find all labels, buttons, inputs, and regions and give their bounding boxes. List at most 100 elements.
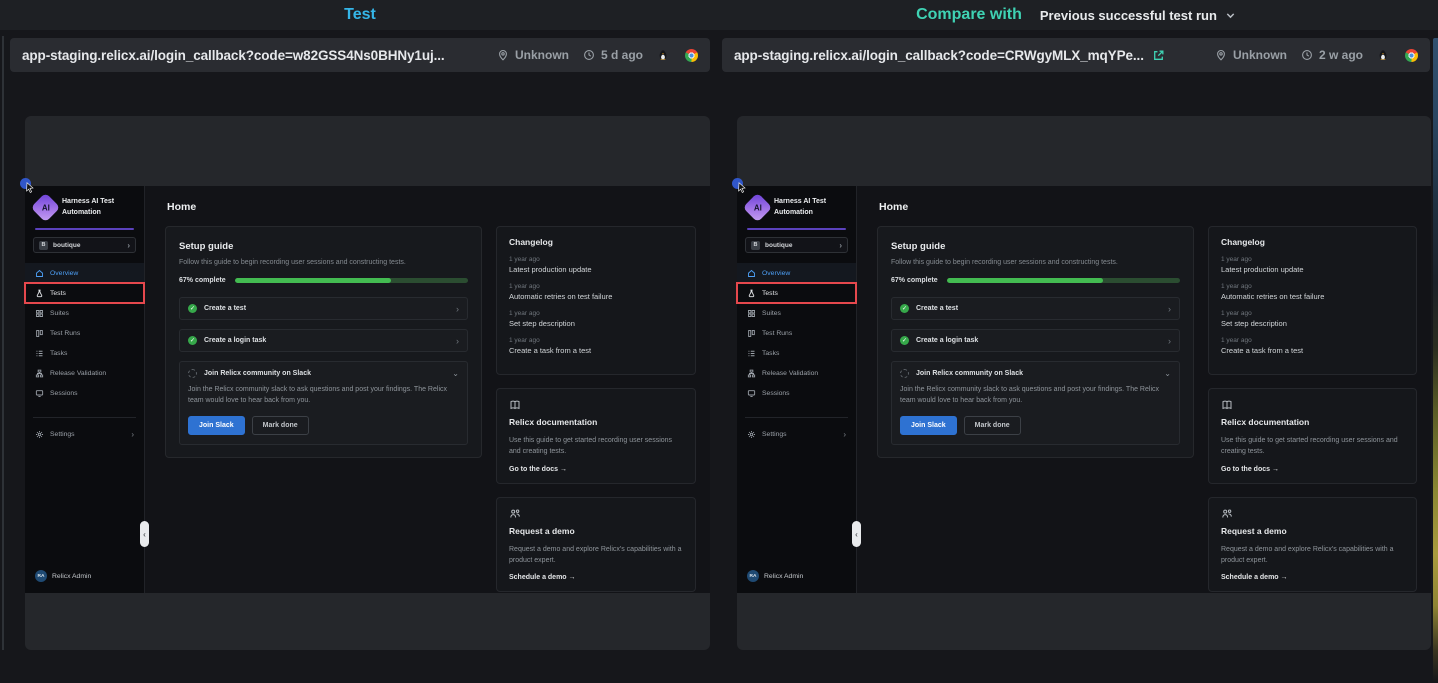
changelog-entry[interactable]: 1 year ago Automatic retries on test fai… bbox=[509, 283, 683, 301]
sidebar-item-release-validation[interactable]: Release Validation bbox=[25, 363, 144, 383]
chevron-right-icon: › bbox=[127, 241, 130, 250]
changelog-entry[interactable]: 1 year ago Automatic retries on test fai… bbox=[1221, 283, 1404, 301]
gear-icon bbox=[35, 430, 44, 439]
harness-logo-icon: AI bbox=[743, 193, 773, 223]
browser-chrome-icon bbox=[685, 49, 698, 62]
sidebar-item-suites[interactable]: Suites bbox=[737, 303, 856, 323]
clock-icon bbox=[1301, 49, 1313, 61]
documentation-title: Relicx documentation bbox=[509, 417, 683, 427]
request-demo-card: Request a demo Request a demo and explor… bbox=[1208, 497, 1417, 593]
user-account[interactable]: RA Relicx Admin bbox=[737, 570, 856, 593]
book-icon bbox=[1221, 399, 1233, 411]
changelog-entry[interactable]: 1 year ago Latest production update bbox=[1221, 256, 1404, 274]
chevron-right-icon: › bbox=[843, 430, 846, 439]
collapse-chevron-icon: ‹ bbox=[143, 530, 146, 539]
join-slack-description: Join the Relicx community slack to ask q… bbox=[188, 385, 459, 407]
sidebar-item-test-runs[interactable]: Test Runs bbox=[25, 323, 144, 343]
sidebar-divider bbox=[745, 417, 848, 418]
brand: AI Harness AI Test Automation bbox=[25, 186, 144, 226]
flask-icon bbox=[35, 289, 44, 298]
project-selector[interactable]: B boutique › bbox=[745, 237, 848, 253]
changelog-entry[interactable]: 1 year ago Latest production update bbox=[509, 256, 683, 274]
app-main: Home Setup guide Follow this guide to be… bbox=[857, 186, 1431, 593]
documentation-card: Relicx documentation Use this guide to g… bbox=[496, 388, 696, 484]
join-slack-button[interactable]: Join Slack bbox=[900, 416, 957, 435]
setup-guide-title: Setup guide bbox=[179, 241, 468, 252]
relicx-app: AI Harness AI Test Automation B boutique… bbox=[25, 186, 710, 593]
setup-task-create-test[interactable]: ✓ Create a test › bbox=[891, 297, 1180, 320]
setup-task-create-login-task[interactable]: ✓ Create a login task › bbox=[179, 329, 468, 352]
users-icon bbox=[509, 508, 521, 520]
sidebar-item-overview[interactable]: Overview bbox=[737, 263, 856, 283]
previous-screenshot-edge bbox=[2, 36, 4, 650]
page-title: Home bbox=[145, 186, 710, 213]
user-name: Relicx Admin bbox=[764, 573, 803, 580]
gear-icon bbox=[747, 430, 756, 439]
cursor-marker-icon bbox=[20, 178, 32, 190]
sidebar-item-test-runs[interactable]: Test Runs bbox=[737, 323, 856, 343]
project-initial-badge: B bbox=[751, 241, 760, 250]
home-icon bbox=[747, 269, 756, 278]
schedule-demo-link[interactable]: Schedule a demo → bbox=[1221, 574, 1288, 581]
project-selector[interactable]: B boutique › bbox=[33, 237, 136, 253]
base-age: 5 d ago bbox=[601, 48, 643, 62]
documentation-title: Relicx documentation bbox=[1221, 417, 1404, 427]
setup-task-join-slack-header[interactable]: Join Relicx community on Slack ⌄ bbox=[900, 369, 1171, 378]
sidebar-collapse-handle[interactable]: ‹ bbox=[140, 521, 149, 547]
sidebar-item-suites[interactable]: Suites bbox=[25, 303, 144, 323]
project-initial-badge: B bbox=[39, 241, 48, 250]
sidebar-item-tests[interactable]: Tests bbox=[25, 283, 144, 303]
sidebar-item-tasks[interactable]: Tasks bbox=[737, 343, 856, 363]
sidebar-item-sessions[interactable]: Sessions bbox=[25, 383, 144, 403]
sidebar-item-sessions[interactable]: Sessions bbox=[737, 383, 856, 403]
compare-run-selector[interactable]: Previous successful test run bbox=[1040, 8, 1236, 23]
changelog-card: Changelog 1 year ago Latest production u… bbox=[496, 226, 696, 375]
chevron-down-icon bbox=[1225, 10, 1236, 21]
clock-icon bbox=[583, 49, 595, 61]
compare-run-selector-value: Previous successful test run bbox=[1040, 8, 1217, 23]
sidebar-item-overview[interactable]: Overview bbox=[25, 263, 144, 283]
users-icon bbox=[1221, 508, 1233, 520]
location-pin-icon bbox=[497, 49, 509, 61]
join-slack-description: Join the Relicx community slack to ask q… bbox=[900, 385, 1171, 407]
compare-age: 2 w ago bbox=[1319, 48, 1363, 62]
changelog-title: Changelog bbox=[509, 237, 683, 247]
comparison-header: Test Compare with Previous successful te… bbox=[0, 0, 1438, 30]
setup-task-join-slack-header[interactable]: Join Relicx community on Slack ⌄ bbox=[188, 369, 459, 378]
external-link-icon[interactable] bbox=[1152, 49, 1165, 62]
go-to-docs-link[interactable]: Go to the docs → bbox=[1221, 466, 1279, 473]
sidebar-item-tests[interactable]: Tests bbox=[737, 283, 856, 303]
sidebar-item-release-validation[interactable]: Release Validation bbox=[737, 363, 856, 383]
setup-guide-card: Setup guide Follow this guide to begin r… bbox=[877, 226, 1194, 458]
changelog-entry[interactable]: 1 year ago Set step description bbox=[1221, 310, 1404, 328]
monitor-icon bbox=[35, 389, 44, 398]
progress-label: 67% complete bbox=[891, 277, 938, 284]
sidebar-item-tasks[interactable]: Tasks bbox=[25, 343, 144, 363]
schedule-demo-link[interactable]: Schedule a demo → bbox=[509, 574, 576, 581]
progress-bar bbox=[235, 278, 468, 283]
checklist-icon bbox=[35, 349, 44, 358]
join-slack-button[interactable]: Join Slack bbox=[188, 416, 245, 435]
changelog-entry[interactable]: 1 year ago Create a task from a test bbox=[1221, 337, 1404, 355]
next-screenshot-edge bbox=[1433, 38, 1438, 683]
sidebar-item-settings[interactable]: Settings › bbox=[737, 424, 856, 444]
changelog-entry[interactable]: 1 year ago Create a task from a test bbox=[509, 337, 683, 355]
columns-icon bbox=[747, 329, 756, 338]
sidebar-divider bbox=[33, 417, 136, 418]
check-circle-icon: ✓ bbox=[900, 304, 909, 313]
brand: AI Harness AI Test Automation bbox=[737, 186, 856, 226]
sidebar-collapse-handle[interactable]: ‹ bbox=[852, 521, 861, 547]
brand-divider bbox=[747, 228, 846, 230]
relicx-app: AI Harness AI Test Automation B boutique… bbox=[737, 186, 1431, 593]
sidebar-item-settings[interactable]: Settings › bbox=[25, 424, 144, 444]
mark-done-button[interactable]: Mark done bbox=[252, 416, 309, 435]
setup-task-create-login-task[interactable]: ✓ Create a login task › bbox=[891, 329, 1180, 352]
project-name: boutique bbox=[765, 242, 792, 249]
setup-task-create-test[interactable]: ✓ Create a test › bbox=[179, 297, 468, 320]
request-demo-description: Request a demo and explore Relicx's capa… bbox=[1221, 545, 1404, 567]
mark-done-button[interactable]: Mark done bbox=[964, 416, 1021, 435]
changelog-entry[interactable]: 1 year ago Set step description bbox=[509, 310, 683, 328]
user-account[interactable]: RA Relicx Admin bbox=[25, 570, 144, 593]
sidebar-nav: Overview Tests Suites Test Runs Tasks bbox=[25, 263, 144, 403]
go-to-docs-link[interactable]: Go to the docs → bbox=[509, 466, 567, 473]
